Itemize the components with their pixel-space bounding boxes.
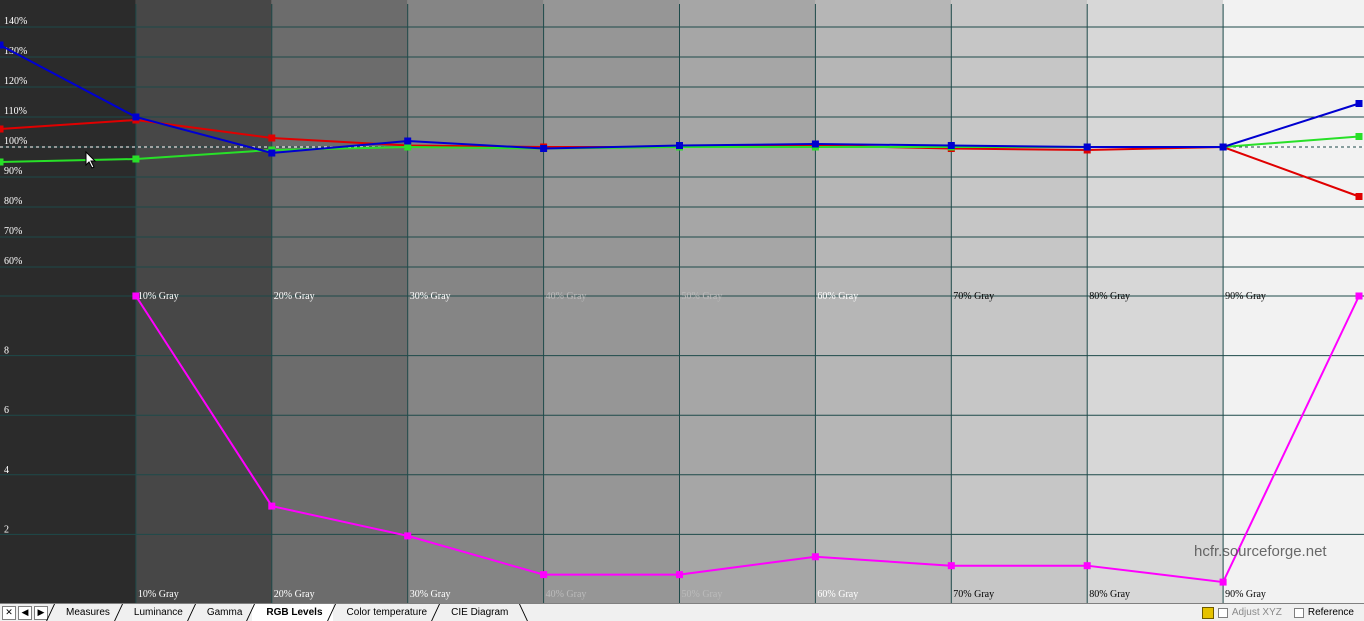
scroll-right-icon[interactable]: ▶ bbox=[34, 605, 48, 620]
category-label: 30% Gray bbox=[410, 291, 451, 302]
y-tick-label: 60% bbox=[4, 256, 22, 267]
tab-gamma[interactable]: Gamma bbox=[193, 604, 253, 621]
toolbar-right: Adjust XYZ Reference bbox=[1201, 606, 1364, 619]
category-label: 90% Gray bbox=[1225, 291, 1266, 302]
reference-label: Reference bbox=[1307, 607, 1354, 618]
adjust-xyz-checkbox[interactable] bbox=[1217, 607, 1228, 618]
delta-e-series-point bbox=[811, 553, 819, 561]
green-series-point bbox=[0, 158, 4, 166]
blue-series-point bbox=[268, 149, 276, 157]
tab-color-temperature[interactable]: Color temperature bbox=[333, 604, 438, 621]
delta-e-series-point bbox=[1355, 292, 1363, 300]
blue-series-point bbox=[1219, 143, 1227, 151]
y-tick-label: 140% bbox=[4, 16, 27, 27]
y-tick-label: 4 bbox=[4, 465, 9, 476]
y-tick-label: 6 bbox=[4, 405, 9, 416]
category-label: 20% Gray bbox=[274, 589, 315, 600]
category-label: 80% Gray bbox=[1089, 291, 1130, 302]
blue-series-point bbox=[947, 142, 955, 149]
tab-measures[interactable]: Measures bbox=[52, 604, 120, 621]
category-label: 70% Gray bbox=[953, 291, 994, 302]
delta-e-series-point bbox=[1083, 562, 1091, 570]
y-tick-label: 100% bbox=[4, 136, 27, 147]
gray-band bbox=[0, 0, 136, 603]
blue-series-point bbox=[1083, 143, 1091, 151]
y-tick-label: 80% bbox=[4, 196, 22, 207]
category-label: 10% Gray bbox=[138, 589, 179, 600]
y-tick-label: 110% bbox=[4, 106, 27, 117]
watermark: hcfr.sourceforge.net bbox=[1194, 543, 1327, 560]
category-label: 40% Gray bbox=[546, 589, 587, 600]
delta-e-series-point bbox=[947, 562, 955, 570]
tab-bar: ✕ ◀ ▶ Measures Luminance Gamma RGB Level… bbox=[0, 603, 1364, 621]
category-label: 30% Gray bbox=[410, 589, 451, 600]
adjust-xyz-label: Adjust XYZ bbox=[1231, 607, 1282, 618]
category-label: 10% Gray bbox=[138, 291, 179, 302]
green-series-point bbox=[132, 155, 140, 163]
tool-icon[interactable] bbox=[1201, 606, 1214, 619]
category-label: 60% Gray bbox=[817, 589, 858, 600]
blue-series-point bbox=[540, 145, 548, 152]
blue-series-point bbox=[676, 142, 683, 149]
category-label: 80% Gray bbox=[1089, 589, 1130, 600]
blue-series-point bbox=[0, 41, 4, 49]
tab-luminance[interactable]: Luminance bbox=[120, 604, 193, 621]
y-tick-label: 130% bbox=[4, 46, 27, 57]
category-label: 90% Gray bbox=[1225, 589, 1266, 600]
category-label: 60% Gray bbox=[817, 291, 858, 302]
category-label: 40% Gray bbox=[546, 291, 587, 302]
close-icon[interactable]: ✕ bbox=[2, 605, 16, 620]
blue-series-point bbox=[811, 140, 819, 148]
red-series-point bbox=[1355, 193, 1363, 200]
y-tick-label: 120% bbox=[4, 76, 27, 87]
category-label: 70% Gray bbox=[953, 589, 994, 600]
rgb-levels-chart: 140% 130% 120% 110% 100% 90% 80% 70% 60% 8 6 4 2 10%… bbox=[0, 0, 1364, 603]
reference-checkbox[interactable] bbox=[1293, 607, 1304, 618]
delta-e-series-point bbox=[1219, 578, 1227, 586]
y-tick-label: 8 bbox=[4, 346, 9, 357]
delta-e-series-point bbox=[676, 571, 683, 579]
green-series-point bbox=[1355, 133, 1363, 140]
tab-strip: Measures Luminance Gamma RGB Levels Colo… bbox=[52, 604, 518, 621]
blue-series-point bbox=[404, 137, 412, 145]
tab-cie-diagram[interactable]: CIE Diagram bbox=[437, 604, 518, 621]
green-series-point bbox=[404, 143, 412, 151]
delta-e-series-point bbox=[132, 292, 140, 300]
y-tick-label: 2 bbox=[4, 524, 9, 535]
delta-e-series-point bbox=[268, 502, 276, 510]
delta-e-series-point bbox=[540, 571, 548, 579]
red-series-point bbox=[0, 125, 4, 133]
red-series-point bbox=[268, 134, 276, 142]
category-label: 20% Gray bbox=[274, 291, 315, 302]
delta-e-series-point bbox=[404, 532, 412, 540]
blue-series-point bbox=[1355, 100, 1363, 107]
y-tick-label: 90% bbox=[4, 166, 22, 177]
tab-rgb-levels[interactable]: RGB Levels bbox=[252, 604, 333, 621]
category-label: 50% Gray bbox=[682, 589, 723, 600]
y-tick-label: 70% bbox=[4, 226, 22, 237]
category-label: 50% Gray bbox=[682, 291, 723, 302]
blue-series-point bbox=[132, 113, 140, 121]
scroll-left-icon[interactable]: ◀ bbox=[18, 605, 32, 620]
